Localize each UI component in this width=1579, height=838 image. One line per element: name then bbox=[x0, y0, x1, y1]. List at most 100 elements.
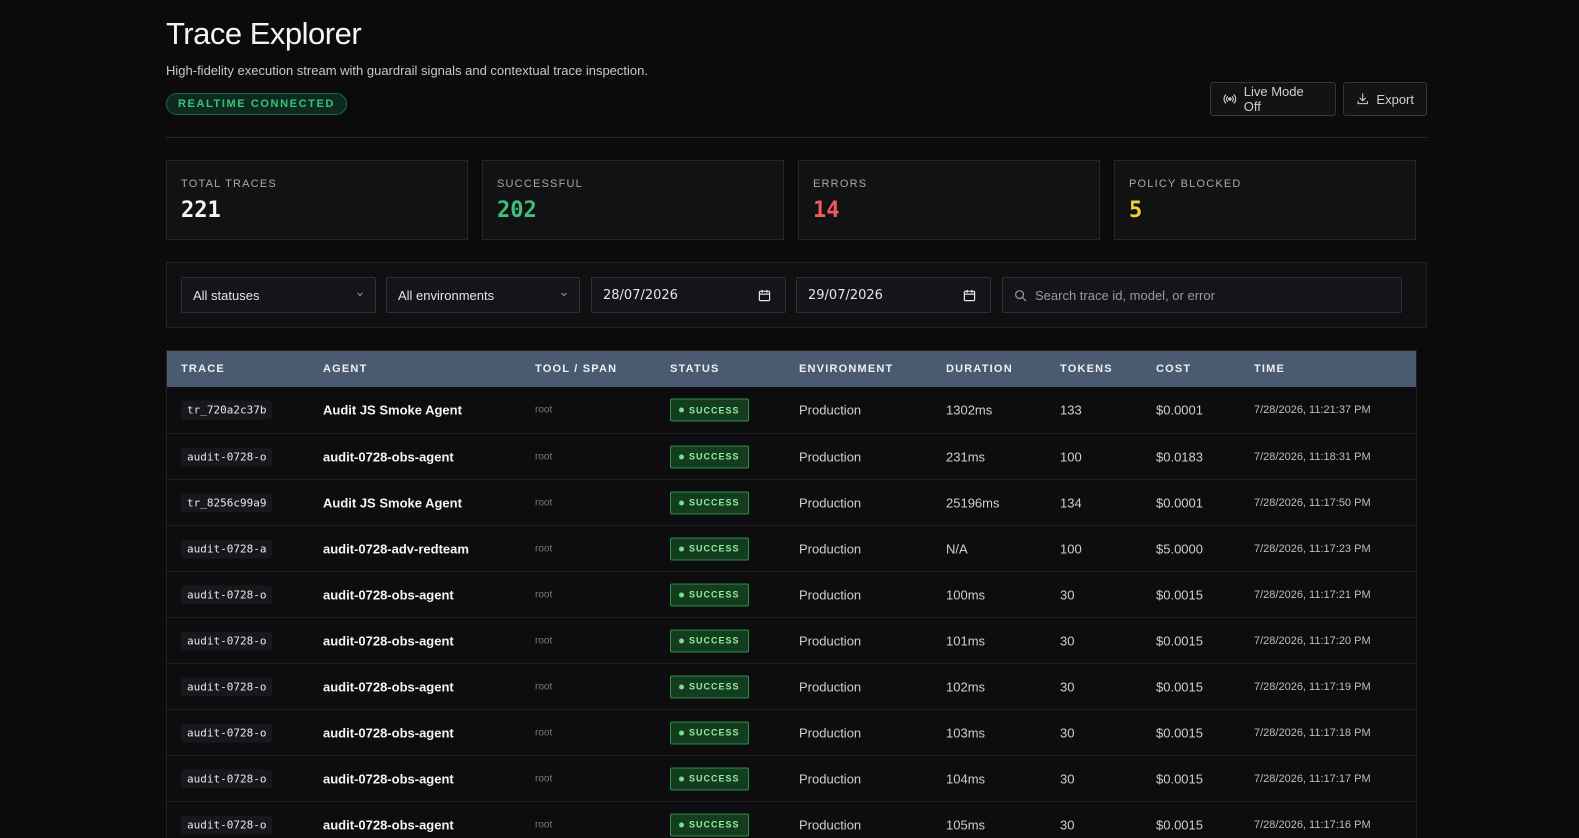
tokens: 133 bbox=[1060, 402, 1082, 418]
search-input[interactable]: Search trace id, model, or error bbox=[1002, 277, 1402, 313]
table-row[interactable]: audit-0728-o audit-0728-obs-agent root SUCC… bbox=[167, 571, 1416, 617]
table-row[interactable]: audit-0728-o audit-0728-obs-agent root SUCC… bbox=[167, 433, 1416, 479]
status-dot-icon bbox=[679, 730, 684, 735]
page-subtitle: High-fidelity execution stream with guar… bbox=[166, 63, 648, 78]
status-badge: SUCCESS bbox=[670, 629, 749, 652]
timestamp: 7/28/2026, 11:17:19 PM bbox=[1254, 680, 1371, 693]
duration: 100ms bbox=[946, 587, 986, 602]
status-dot-icon bbox=[679, 500, 684, 505]
environment: Production bbox=[799, 495, 862, 510]
environment: Production bbox=[799, 541, 862, 556]
duration: 104ms bbox=[946, 771, 986, 786]
environment: Production bbox=[799, 633, 862, 648]
column-header-time[interactable]: TIME bbox=[1254, 363, 1285, 375]
status-label: SUCCESS bbox=[689, 635, 740, 646]
stat-value: 202 bbox=[497, 198, 537, 223]
live-mode-button[interactable]: Live Mode Off bbox=[1210, 82, 1336, 116]
column-header-environment[interactable]: ENVIRONMENT bbox=[799, 363, 893, 375]
trace-id[interactable]: audit-0728-o bbox=[181, 631, 273, 650]
tokens: 100 bbox=[1060, 449, 1082, 464]
table-row[interactable]: tr_8256c99a9 Audit JS Smoke Agent root SUCC… bbox=[167, 479, 1416, 525]
cost: $5.0000 bbox=[1156, 541, 1203, 556]
trace-id[interactable]: audit-0728-o bbox=[181, 769, 273, 788]
stat-label: SUCCESSFUL bbox=[497, 178, 583, 190]
cost: $0.0001 bbox=[1156, 495, 1203, 510]
status-dot-icon bbox=[679, 776, 684, 781]
column-header-cost[interactable]: COST bbox=[1156, 363, 1191, 375]
stat-card-errors: ERRORS 14 bbox=[798, 160, 1100, 240]
agent-name: audit-0728-obs-agent bbox=[323, 771, 454, 786]
cost: $0.0015 bbox=[1156, 771, 1203, 786]
broadcast-icon bbox=[1223, 94, 1237, 104]
tool-span: root bbox=[535, 681, 553, 692]
chevron-down-icon bbox=[561, 292, 567, 297]
status-label: SUCCESS bbox=[689, 405, 740, 415]
cost: $0.0183 bbox=[1156, 449, 1203, 464]
environment: Production bbox=[799, 725, 862, 740]
status-badge: SUCCESS bbox=[670, 813, 749, 836]
export-button[interactable]: Export bbox=[1343, 82, 1427, 116]
trace-id[interactable]: audit-0728-a bbox=[181, 539, 273, 558]
table-row[interactable]: audit-0728-o audit-0728-obs-agent root SUCC… bbox=[167, 755, 1416, 801]
environment-select[interactable]: All environments bbox=[386, 277, 580, 313]
column-header-tokens[interactable]: TOKENS bbox=[1060, 363, 1113, 375]
status-label: SUCCESS bbox=[689, 451, 740, 462]
calendar-icon[interactable] bbox=[758, 289, 771, 302]
trace-id[interactable]: audit-0728-o bbox=[181, 447, 273, 466]
agent-name: audit-0728-obs-agent bbox=[323, 725, 454, 740]
status-label: SUCCESS bbox=[689, 819, 740, 830]
column-header-status[interactable]: STATUS bbox=[670, 363, 720, 375]
cost: $0.0001 bbox=[1156, 402, 1203, 418]
trace-id[interactable]: audit-0728-o bbox=[181, 815, 273, 834]
status-label: SUCCESS bbox=[689, 589, 740, 600]
environment: Production bbox=[799, 449, 862, 464]
timestamp: 7/28/2026, 11:17:18 PM bbox=[1254, 726, 1371, 739]
trace-id[interactable]: audit-0728-o bbox=[181, 677, 273, 696]
date-from-input[interactable]: 28/07/2026 bbox=[591, 277, 786, 313]
status-badge: SUCCESS bbox=[670, 537, 749, 560]
column-header-tool-span[interactable]: TOOL / SPAN bbox=[535, 363, 617, 375]
status-dot-icon bbox=[679, 822, 684, 827]
stat-label: ERRORS bbox=[813, 178, 868, 190]
timestamp: 7/28/2026, 11:17:20 PM bbox=[1254, 634, 1371, 647]
timestamp: 7/28/2026, 11:18:31 PM bbox=[1254, 450, 1371, 463]
environment-select-value: All environments bbox=[398, 287, 495, 303]
status-select[interactable]: All statuses bbox=[181, 277, 376, 313]
agent-name: audit-0728-obs-agent bbox=[323, 817, 454, 832]
environment: Production bbox=[799, 402, 862, 418]
table-row[interactable]: audit-0728-o audit-0728-obs-agent root SUCC… bbox=[167, 709, 1416, 755]
status-label: SUCCESS bbox=[689, 727, 740, 738]
agent-name: Audit JS Smoke Agent bbox=[323, 402, 462, 418]
table-row[interactable]: audit-0728-o audit-0728-obs-agent root SUCC… bbox=[167, 801, 1416, 838]
table-row[interactable]: audit-0728-a audit-0728-adv-redteam root SU… bbox=[167, 525, 1416, 571]
column-header-agent[interactable]: AGENT bbox=[323, 363, 368, 375]
tool-span: root bbox=[535, 497, 553, 508]
timestamp: 7/28/2026, 11:17:23 PM bbox=[1254, 542, 1371, 555]
agent-name: audit-0728-obs-agent bbox=[323, 587, 454, 602]
table-row[interactable]: tr_720a2c37b Audit JS Smoke Agent root SUCC… bbox=[167, 387, 1416, 433]
trace-id[interactable]: tr_8256c99a9 bbox=[181, 493, 273, 512]
stat-value: 221 bbox=[181, 198, 221, 223]
status-label: SUCCESS bbox=[689, 773, 740, 784]
trace-id[interactable]: audit-0728-o bbox=[181, 585, 273, 604]
status-badge: SUCCESS bbox=[670, 721, 749, 744]
timestamp: 7/28/2026, 11:17:21 PM bbox=[1254, 588, 1371, 601]
calendar-icon[interactable] bbox=[963, 289, 976, 302]
date-to-input[interactable]: 29/07/2026 bbox=[796, 277, 991, 313]
column-header-duration[interactable]: DURATION bbox=[946, 363, 1013, 375]
trace-id[interactable]: tr_720a2c37b bbox=[181, 400, 273, 420]
table-body: tr_720a2c37b Audit JS Smoke Agent root SUCC… bbox=[167, 387, 1416, 838]
trace-id[interactable]: audit-0728-o bbox=[181, 723, 273, 742]
table-row[interactable]: audit-0728-o audit-0728-obs-agent root SUCC… bbox=[167, 663, 1416, 709]
realtime-status-badge: REALTIME CONNECTED bbox=[166, 93, 347, 115]
tool-span: root bbox=[535, 635, 553, 646]
status-label: SUCCESS bbox=[689, 681, 740, 692]
environment: Production bbox=[799, 679, 862, 694]
column-header-trace[interactable]: TRACE bbox=[181, 363, 225, 375]
table-row[interactable]: audit-0728-o audit-0728-obs-agent root SUCC… bbox=[167, 617, 1416, 663]
duration: 105ms bbox=[946, 817, 986, 832]
live-mode-label: Live Mode Off bbox=[1243, 84, 1304, 114]
duration: 231ms bbox=[946, 449, 986, 464]
search-icon bbox=[1015, 290, 1027, 302]
duration: 1302ms bbox=[946, 402, 993, 418]
